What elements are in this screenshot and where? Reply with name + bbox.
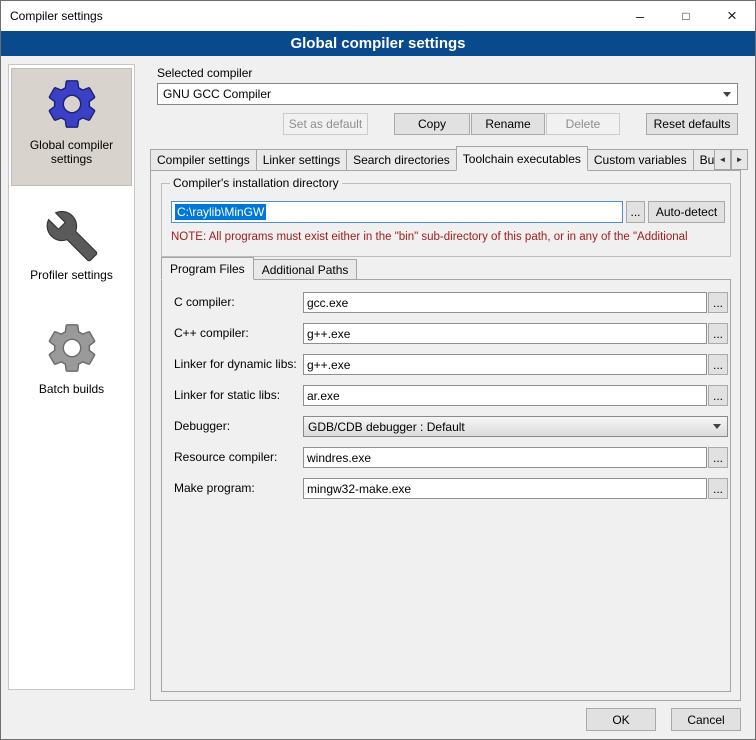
- bin-subdirectory-note: NOTE: All programs must exist either in …: [171, 231, 727, 243]
- debugger-label: Debugger:: [174, 416, 230, 437]
- compiler-select[interactable]: GNU GCC Compiler: [157, 83, 738, 105]
- dialog-header-title: Global compiler settings: [290, 35, 465, 52]
- copy-button[interactable]: Copy: [394, 113, 470, 135]
- debugger-select[interactable]: GDB/CDB debugger : Default: [303, 416, 728, 437]
- rename-button[interactable]: Rename: [471, 113, 545, 135]
- toolchain-subtabstrip: Program Files Additional Paths: [161, 257, 356, 280]
- installation-directory-browse-button[interactable]: ...: [626, 201, 645, 223]
- sidebar-item-label: Profiler settings: [16, 268, 128, 282]
- minimize-button[interactable]: –: [617, 1, 663, 31]
- settings-category-sidebar: Global compiler settings Profiler settin…: [8, 64, 135, 690]
- chevron-down-icon: [707, 417, 727, 436]
- subtab-additional-paths[interactable]: Additional Paths: [253, 259, 358, 280]
- delete-button[interactable]: Delete: [546, 113, 620, 135]
- resource-compiler-label: Resource compiler:: [174, 447, 277, 468]
- close-button[interactable]: ×: [709, 1, 755, 31]
- set-as-default-button[interactable]: Set as default: [283, 113, 368, 135]
- static-linker-field[interactable]: [303, 385, 707, 406]
- toolchain-executables-panel: Compiler's installation directory C:\ray…: [150, 170, 741, 701]
- ok-button[interactable]: OK: [586, 708, 656, 731]
- program-files-panel: C compiler: ... C++ compiler: ... Linker…: [161, 279, 731, 692]
- close-icon: ×: [727, 6, 737, 26]
- tab-search-directories[interactable]: Search directories: [346, 149, 457, 171]
- cpp-compiler-label: C++ compiler:: [174, 323, 249, 344]
- dynamic-linker-label: Linker for dynamic libs:: [174, 354, 297, 375]
- installation-directory-group-title: Compiler's installation directory: [170, 176, 342, 190]
- sidebar-item-batch-builds[interactable]: Batch builds: [11, 313, 132, 419]
- debugger-select-value: GDB/CDB debugger : Default: [308, 420, 465, 434]
- maximize-button[interactable]: □: [663, 1, 709, 31]
- static-linker-label: Linker for static libs:: [174, 385, 280, 406]
- dialog-header: Global compiler settings: [1, 31, 755, 56]
- subtab-program-files[interactable]: Program Files: [161, 257, 254, 280]
- make-program-field[interactable]: [303, 478, 707, 499]
- compiler-select-value: GNU GCC Compiler: [163, 87, 271, 101]
- minimize-icon: –: [636, 13, 644, 19]
- batch-builds-gear-icon: [43, 319, 101, 377]
- sidebar-item-profiler-settings[interactable]: Profiler settings: [11, 201, 132, 305]
- make-program-label: Make program:: [174, 478, 255, 499]
- c-compiler-field[interactable]: [303, 292, 707, 313]
- arrow-left-icon: ◄: [719, 155, 727, 164]
- resource-compiler-browse-button[interactable]: ...: [708, 447, 728, 468]
- window-controls: – □ ×: [617, 1, 755, 31]
- installation-directory-value: C:\raylib\MinGW: [175, 204, 266, 220]
- maximize-icon: □: [682, 9, 689, 23]
- tab-linker-settings[interactable]: Linker settings: [256, 149, 347, 171]
- c-compiler-browse-button[interactable]: ...: [708, 292, 728, 313]
- cancel-button[interactable]: Cancel: [671, 708, 741, 731]
- tab-scroll-left-button[interactable]: ◄: [714, 149, 731, 170]
- settings-tabstrip: Compiler settings Linker settings Search…: [150, 146, 714, 171]
- dynamic-linker-browse-button[interactable]: ...: [708, 354, 728, 375]
- compiler-gear-icon: [43, 75, 101, 133]
- installation-directory-groupbox: Compiler's installation directory C:\ray…: [161, 183, 731, 257]
- c-compiler-label: C compiler:: [174, 292, 235, 313]
- cpp-compiler-browse-button[interactable]: ...: [708, 323, 728, 344]
- installation-directory-input[interactable]: C:\raylib\MinGW: [171, 201, 623, 223]
- window-title: Compiler settings: [1, 9, 103, 23]
- cpp-compiler-field[interactable]: [303, 323, 707, 344]
- static-linker-browse-button[interactable]: ...: [708, 385, 728, 406]
- resource-compiler-field[interactable]: [303, 447, 707, 468]
- chevron-down-icon: [717, 84, 737, 104]
- sidebar-item-label: Batch builds: [16, 382, 128, 396]
- selected-compiler-label: Selected compiler: [157, 66, 252, 80]
- tab-toolchain-executables[interactable]: Toolchain executables: [456, 146, 588, 171]
- sidebar-item-label: Global compiler settings: [16, 138, 128, 166]
- reset-defaults-button[interactable]: Reset defaults: [646, 113, 738, 135]
- make-program-browse-button[interactable]: ...: [708, 478, 728, 499]
- profiler-tool-icon: [45, 209, 99, 263]
- titlebar: Compiler settings – □ ×: [1, 1, 755, 31]
- sidebar-item-global-compiler-settings[interactable]: Global compiler settings: [11, 68, 132, 186]
- tab-custom-variables[interactable]: Custom variables: [587, 149, 694, 171]
- auto-detect-button[interactable]: Auto-detect: [648, 201, 725, 223]
- arrow-right-icon: ►: [736, 155, 744, 164]
- dynamic-linker-field[interactable]: [303, 354, 707, 375]
- tab-compiler-settings[interactable]: Compiler settings: [150, 149, 257, 171]
- tab-scroll-right-button[interactable]: ►: [731, 149, 748, 170]
- tab-build-options[interactable]: Buil: [693, 149, 714, 171]
